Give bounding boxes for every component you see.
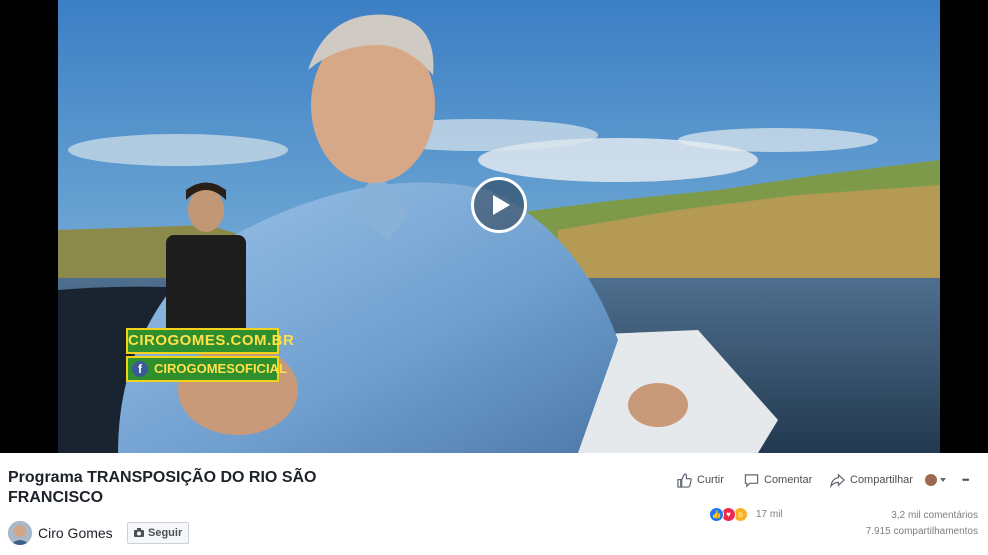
- comment-button[interactable]: Comentar: [744, 470, 812, 490]
- like-button[interactable]: Curtir: [677, 470, 724, 490]
- reactions-summary[interactable]: 👍 ♥ o 17 mil: [709, 507, 783, 522]
- share-label: Compartilhar: [850, 474, 913, 486]
- audience-avatar-icon: [925, 474, 937, 486]
- chevron-down-icon: [940, 478, 946, 482]
- comment-label: Comentar: [764, 474, 813, 486]
- video-title: Programa TRANSPOSIÇÃO DO RIO SÃO FRANCIS…: [8, 469, 317, 506]
- like-label: Curtir: [697, 474, 724, 486]
- channel-info: Ciro Gomes: [8, 520, 113, 546]
- comments-count[interactable]: 3,2 mil comentários: [891, 510, 978, 521]
- thumbs-up-icon: [677, 472, 692, 488]
- video-player[interactable]: CIROGOMES.COM.BR f CIROGOMESOFICIAL: [0, 0, 988, 453]
- follow-icon: [134, 528, 144, 537]
- play-icon: [493, 195, 510, 215]
- social-handle: CIROGOMESOFICIAL: [154, 361, 287, 376]
- more-options-button[interactable]: •••: [962, 470, 970, 490]
- avatar[interactable]: [8, 521, 32, 545]
- speech-bubble-icon: [744, 473, 759, 488]
- website-overlay: CIROGOMES.COM.BR: [126, 328, 294, 354]
- channel-name[interactable]: Ciro Gomes: [38, 525, 113, 541]
- shares-count[interactable]: 7.915 compartilhamentos: [866, 526, 978, 537]
- facebook-icon: f: [132, 361, 148, 377]
- play-button[interactable]: [471, 177, 527, 233]
- social-overlay: f CIROGOMESOFICIAL: [126, 356, 287, 382]
- reactions-count: 17 mil: [756, 509, 783, 520]
- follow-label: Seguir: [148, 527, 183, 539]
- share-audience-selector[interactable]: [925, 470, 952, 490]
- follow-button[interactable]: Seguir: [127, 522, 190, 544]
- share-arrow-icon: [830, 472, 845, 488]
- like-reaction-icon: 👍: [709, 507, 724, 522]
- ellipsis-icon: •••: [962, 475, 970, 485]
- share-button[interactable]: Compartilhar: [830, 470, 913, 490]
